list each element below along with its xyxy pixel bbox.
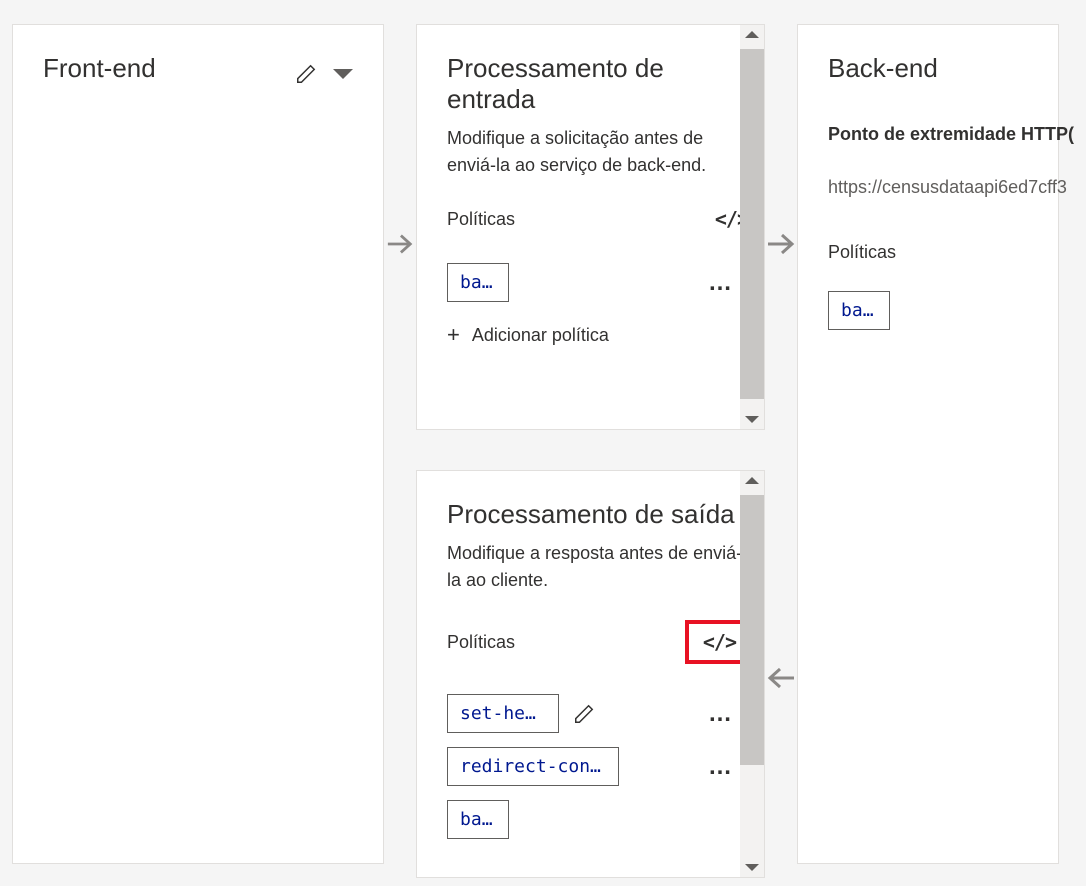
arrow-left-icon [766,664,796,692]
inbound-subtitle: Modifique a solicitação antes de enviá-l… [447,125,754,179]
policy-tag-set-header[interactable]: set-head… [447,694,559,733]
policy-tag-base[interactable]: base [828,291,890,330]
more-icon[interactable]: … [708,269,734,297]
scroll-thumb[interactable] [740,49,764,399]
inbound-policies-label: Políticas [447,209,515,230]
frontend-panel: Front-end [12,24,384,864]
arrow-right-icon [386,230,414,258]
scroll-up-icon[interactable] [745,31,759,38]
scroll-down-icon[interactable] [745,416,759,423]
inbound-panel: Processamento de entrada Modifique a sol… [416,24,765,430]
edit-icon[interactable] [573,703,595,725]
edit-icon[interactable] [295,63,317,85]
outbound-policies-label: Políticas [447,632,515,653]
outbound-title: Processamento de saída [447,499,754,530]
backend-panel: Back-end Ponto de extremidade HTTP( http… [797,24,1059,864]
more-icon[interactable]: … [708,753,734,781]
more-icon[interactable]: … [708,700,734,728]
backend-endpoint-label: Ponto de extremidade HTTP( [828,124,1058,145]
scroll-up-icon[interactable] [745,477,759,484]
inbound-title: Processamento de entrada [447,53,754,115]
policy-tag-base[interactable]: base [447,263,509,302]
backend-title: Back-end [828,53,1058,84]
scrollbar[interactable] [740,25,764,429]
policy-row: base [828,291,1058,330]
policy-row: set-head… … [447,694,754,733]
arrow-right-icon [766,230,796,258]
outbound-subtitle: Modifique a resposta antes de enviá-la a… [447,540,754,594]
arrow-frontend-to-inbound [384,24,416,258]
add-policy-label: Adicionar política [472,325,609,346]
scroll-down-icon[interactable] [745,864,759,871]
add-policy-button[interactable]: + Adicionar política [447,322,754,348]
backend-policies-label: Políticas [828,242,1058,263]
backend-endpoint-url[interactable]: https://censusdataapi6ed7cff3 [828,177,1058,198]
policy-row: base [447,800,754,839]
arrow-connector-stack [765,24,797,692]
outbound-panel: Processamento de saída Modifique a respo… [416,470,765,878]
scroll-thumb[interactable] [740,495,764,765]
policy-tag-base[interactable]: base [447,800,509,839]
chevron-down-icon[interactable] [333,69,353,79]
frontend-title: Front-end [43,53,156,84]
scrollbar[interactable] [740,471,764,877]
policy-tag-redirect[interactable]: redirect-conte… [447,747,619,786]
policy-row: base … [447,263,754,302]
policy-row: redirect-conte… … [447,747,754,786]
plus-icon: + [447,322,460,348]
